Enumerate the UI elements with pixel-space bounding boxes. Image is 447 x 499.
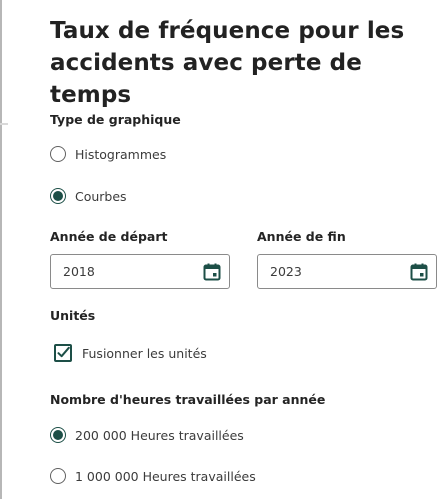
chart-type-label: Type de graphique [50, 112, 181, 127]
panel-title: Taux de fréquence pour les accidents ave… [50, 18, 405, 108]
radio-label: 1 000 000 Heures travaillées [75, 468, 256, 484]
hours-label: Nombre d'heures travaillées par année [50, 392, 326, 407]
panel-left-border [0, 0, 2, 499]
end-year-field[interactable]: 2023 [257, 254, 437, 289]
end-year-label: Année de fin [257, 229, 346, 244]
panel-edge-marker [0, 123, 8, 125]
start-year-field[interactable]: 2018 [50, 254, 230, 289]
merge-units-checkbox[interactable] [54, 344, 72, 362]
radio-courbes[interactable]: Courbes [50, 186, 127, 206]
radio-label: Histogrammes [75, 146, 167, 162]
radio-circle-selected[interactable] [50, 188, 66, 204]
calendar-icon[interactable] [203, 263, 221, 281]
radio-1000000-hours[interactable]: 1 000 000 Heures travaillées [50, 466, 256, 486]
checkmark-icon [57, 346, 70, 358]
end-year-value: 2023 [270, 264, 302, 279]
radio-200000-hours[interactable]: 200 000 Heures travaillées [50, 425, 244, 445]
radio-label: Courbes [75, 188, 127, 204]
units-label: Unités [50, 308, 96, 323]
radio-circle[interactable] [50, 146, 66, 162]
radio-circle[interactable] [50, 468, 66, 484]
merge-units-label: Fusionner les unités [82, 345, 207, 361]
radio-label: 200 000 Heures travaillées [75, 427, 244, 443]
merge-units-checkbox-row[interactable]: Fusionner les unités [54, 342, 207, 364]
radio-circle-selected[interactable] [50, 427, 66, 443]
start-year-label: Année de départ [50, 229, 168, 244]
calendar-icon[interactable] [410, 263, 428, 281]
radio-histogrammes[interactable]: Histogrammes [50, 144, 166, 164]
start-year-value: 2018 [63, 264, 95, 279]
